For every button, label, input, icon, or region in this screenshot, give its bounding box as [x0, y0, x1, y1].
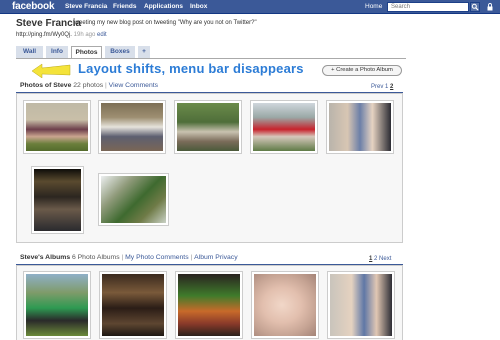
albums-title: Steve's Albums — [20, 254, 71, 261]
pager-page-1[interactable]: 1 — [369, 256, 372, 262]
photo-image — [101, 176, 166, 223]
search-button[interactable] — [470, 2, 480, 12]
my-photo-comments-link[interactable]: My Photo Comments — [125, 254, 188, 261]
photo-thumbnail[interactable] — [250, 100, 318, 154]
view-comments-link[interactable]: View Comments — [109, 82, 158, 89]
annotation-text: Layout shifts, menu bar disappears — [78, 61, 304, 76]
pager-page-2[interactable]: 2 — [390, 84, 393, 90]
pager-prev-link[interactable]: Prev — [371, 84, 383, 90]
photo-image — [329, 103, 391, 151]
photo-image — [34, 169, 81, 231]
album-thumbnail[interactable] — [251, 271, 319, 339]
photo-thumbnail[interactable] — [326, 100, 394, 154]
album-thumbnail[interactable] — [23, 271, 91, 339]
search-input[interactable]: Search — [387, 2, 469, 12]
pager-page-1[interactable]: 1 — [385, 84, 388, 90]
photo-thumbnail[interactable] — [98, 100, 166, 154]
album-image — [102, 274, 164, 336]
search-icon — [471, 3, 479, 11]
albums-grid — [16, 265, 403, 340]
albums-section-title: Steve's Albums 6 Photo Albums | My Photo… — [20, 254, 238, 261]
lock-icon[interactable] — [487, 3, 493, 11]
nav-friends-link[interactable]: Friends — [113, 3, 136, 10]
album-image — [330, 274, 392, 336]
album-image — [254, 274, 316, 336]
nav-profile-link[interactable]: Steve Francia — [65, 3, 107, 10]
tab-info[interactable]: Info — [46, 46, 68, 58]
album-thumbnail[interactable] — [327, 271, 395, 339]
nav-applications-link[interactable]: Applications — [144, 3, 183, 10]
photo-image — [177, 103, 239, 151]
photos-title: Photos of Steve — [20, 82, 72, 89]
photo-thumbnail[interactable] — [31, 166, 84, 234]
photo-image — [253, 103, 315, 151]
nav-inbox-link[interactable]: Inbox — [190, 3, 207, 10]
photo-thumbnail[interactable] — [174, 100, 242, 154]
create-album-button[interactable]: + Create a Photo Album — [322, 65, 402, 76]
status-time: 19h ago — [73, 32, 96, 38]
albums-pager: 1 2 Next — [369, 256, 391, 262]
photo-thumbnail[interactable] — [98, 173, 169, 226]
annotation-arrow-icon — [32, 63, 71, 78]
separator: | — [121, 254, 124, 261]
nav-home-link[interactable]: Home — [365, 3, 382, 10]
photo-thumbnail[interactable] — [23, 100, 91, 154]
top-nav-bar: facebook Steve Francia Friends Applicati… — [0, 0, 500, 14]
tab-photos[interactable]: Photos — [71, 46, 102, 58]
photos-count: 22 photos — [73, 82, 104, 89]
facebook-logo[interactable]: facebook — [12, 1, 55, 12]
photos-pager: Prev 1 2 — [371, 84, 393, 90]
album-thumbnail[interactable] — [99, 271, 167, 339]
pager-page-2[interactable]: 2 — [374, 256, 377, 262]
album-image — [178, 274, 240, 336]
status-url-link[interactable]: http://ping.fm/Wy0Qj. — [16, 32, 72, 38]
tab-add[interactable]: + — [138, 46, 150, 58]
photo-image — [26, 103, 88, 151]
photos-grid — [16, 93, 403, 243]
pager-next-link[interactable]: Next — [379, 256, 391, 262]
tab-wall[interactable]: Wall — [16, 46, 43, 58]
album-thumbnail[interactable] — [175, 271, 243, 339]
albums-count: 6 Photo Albums — [71, 254, 120, 261]
tab-boxes[interactable]: Boxes — [105, 46, 135, 58]
separator: | — [190, 254, 193, 261]
album-image — [26, 274, 88, 336]
photos-section-title: Photos of Steve 22 photos | View Comment… — [20, 82, 158, 89]
photo-image — [101, 103, 163, 151]
album-privacy-link[interactable]: Album Privacy — [194, 254, 237, 261]
status-link-line: http://ping.fm/Wy0Qj. 19h ago edit — [16, 32, 107, 38]
status-text: tweeting my new blog post on tweeting "W… — [73, 20, 257, 26]
tab-divider — [16, 58, 406, 59]
separator: | — [105, 82, 107, 89]
status-edit-link[interactable]: edit — [97, 32, 107, 38]
profile-name: Steve Francia — [16, 18, 82, 29]
profile-header: Steve Francia tweeting my new blog post … — [16, 18, 257, 29]
